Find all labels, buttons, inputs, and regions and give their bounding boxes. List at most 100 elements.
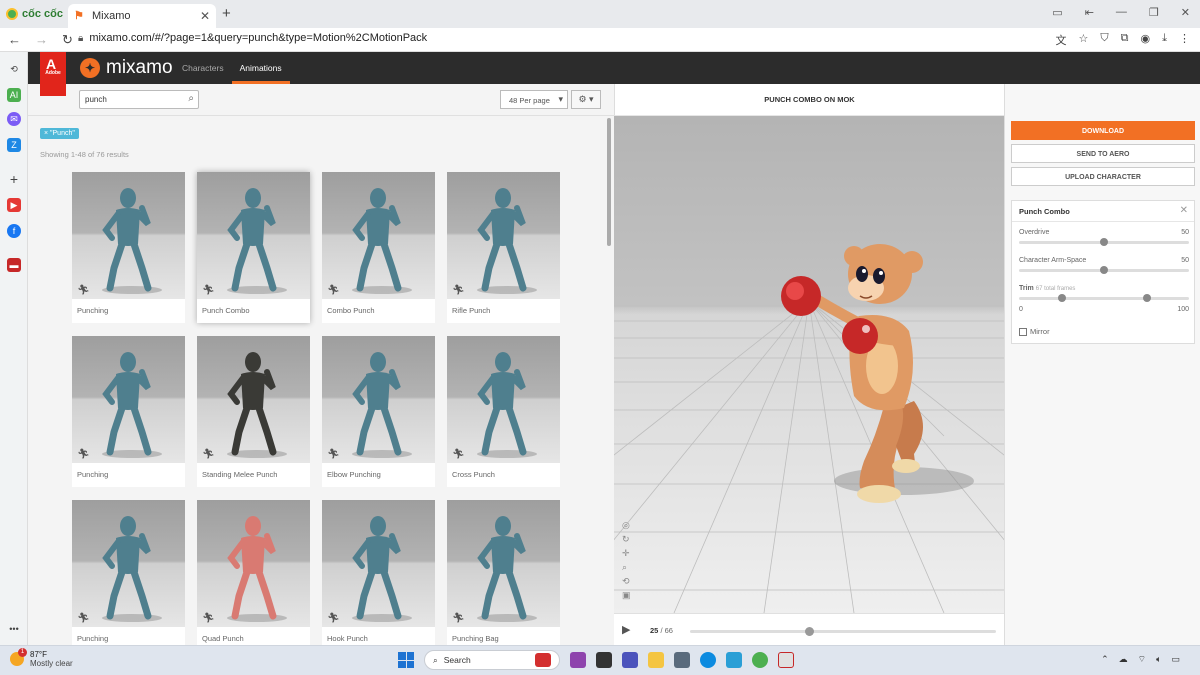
file-explorer-icon[interactable] — [648, 652, 664, 668]
upload-character-button[interactable]: UPLOAD CHARACTER — [1011, 167, 1195, 186]
animation-card[interactable]: 🏃︎ Rifle Punch — [447, 172, 560, 323]
zalo-icon[interactable]: Z — [7, 138, 21, 152]
cloud-icon[interactable]: ☁ — [1119, 654, 1128, 665]
weather-widget[interactable]: 1 87°F Mostly clear — [10, 648, 73, 668]
animation-thumbnail[interactable]: 🏃︎ — [447, 500, 560, 627]
animation-thumbnail[interactable]: 🏃︎ — [322, 500, 435, 627]
browser-tab[interactable]: ⚑ Mixamo ✕ — [68, 4, 216, 28]
gallery-icon[interactable] — [570, 652, 586, 668]
store-icon[interactable] — [674, 652, 690, 668]
more-icon[interactable]: ••• — [7, 622, 21, 636]
animation-card[interactable]: 🏃︎ Combo Punch — [322, 172, 435, 323]
app-shortcut-icon[interactable]: ▬ — [7, 258, 21, 272]
animation-thumbnail[interactable]: 🏃︎ — [72, 336, 185, 463]
close-icon[interactable]: ✕ — [1180, 205, 1188, 216]
restore-icon[interactable]: ❐ — [1149, 6, 1159, 19]
reset-view-icon[interactable]: ⟲ — [622, 576, 631, 587]
search-input[interactable]: punch ⌕ — [79, 90, 199, 109]
mirror-checkbox[interactable]: Mirror — [1019, 327, 1050, 336]
task-view-icon[interactable] — [596, 652, 612, 668]
animation-card[interactable]: 🏃︎ Hook Punch — [322, 500, 435, 645]
bookmark-star-icon[interactable]: ☆ — [1079, 32, 1089, 48]
volume-icon[interactable]: 🔈︎ — [1156, 654, 1161, 665]
minimize-icon[interactable]: — — [1116, 6, 1127, 19]
taskbar-search[interactable]: ⌕ Search — [424, 650, 560, 670]
animation-card[interactable]: 🏃︎ Punching — [72, 336, 185, 487]
animation-thumbnail[interactable]: 🏃︎ — [322, 172, 435, 299]
play-icon[interactable]: ▶ — [622, 623, 630, 636]
chevron-up-icon[interactable]: ⌃ — [1101, 654, 1109, 665]
rotate-icon[interactable]: ↻ — [622, 534, 631, 545]
settings-gear-button[interactable]: ⚙ ▾ — [571, 90, 601, 109]
animation-card[interactable]: 🏃︎ Quad Punch — [197, 500, 310, 645]
menu-icon[interactable]: ⋮ — [1179, 32, 1190, 48]
mixamo-logo[interactable]: ✦ mixamo — [80, 57, 173, 79]
extensions-icon[interactable]: ⧉ — [1121, 32, 1129, 48]
teams-icon[interactable] — [622, 652, 638, 668]
animation-thumbnail[interactable]: 🏃︎ — [447, 172, 560, 299]
add-sidebar-icon[interactable]: + — [7, 172, 21, 186]
close-tab-icon[interactable]: ✕ — [200, 9, 210, 23]
url-field[interactable]: 🔒︎ mixamo.com/#/?page=1&query=punch&type… — [78, 32, 427, 44]
wifi-icon[interactable]: ⌔ — [1138, 654, 1146, 665]
search-icon[interactable]: ⌕ — [188, 93, 194, 104]
translate-icon[interactable]: 文 — [1056, 32, 1067, 48]
scrollbar[interactable] — [607, 118, 611, 246]
download-button[interactable]: DOWNLOAD — [1011, 121, 1195, 140]
close-window-icon[interactable]: ✕ — [1181, 6, 1190, 19]
reload-icon[interactable]: ↻ — [62, 32, 73, 48]
send-to-aero-button[interactable]: SEND TO AERO — [1011, 144, 1195, 163]
shield-icon[interactable]: ⛉ — [1100, 32, 1108, 48]
start-icon[interactable] — [398, 652, 414, 668]
animation-card[interactable]: 🏃︎ Cross Punch — [447, 336, 560, 487]
new-tab-icon[interactable]: + — [222, 5, 231, 22]
ai-icon[interactable]: AI — [7, 88, 21, 102]
animation-card[interactable]: 🏃︎ Punch Combo — [197, 172, 310, 323]
filter-tag[interactable]: × "Punch" — [40, 128, 79, 139]
facebook-icon[interactable]: f — [7, 224, 21, 238]
pan-icon[interactable]: ✛ — [622, 548, 631, 559]
trim-slider[interactable] — [1019, 297, 1189, 300]
back-window-icon[interactable]: ⇤ — [1085, 6, 1094, 19]
app-m-icon[interactable] — [726, 652, 742, 668]
animation-thumbnail[interactable]: 🏃︎ — [197, 336, 310, 463]
timeline-scrubber[interactable] — [805, 627, 815, 636]
battery-icon[interactable]: ▭ — [1171, 654, 1180, 665]
youtube-icon[interactable]: ▶ — [7, 198, 21, 212]
forward-icon[interactable]: → — [35, 32, 48, 48]
animation-thumbnail[interactable]: 🏃︎ — [72, 172, 185, 299]
animation-card[interactable]: 🏃︎ Punching — [72, 500, 185, 645]
animation-card[interactable]: 🏃︎ Punching Bag — [447, 500, 560, 645]
camera-icon[interactable]: ◎ — [622, 520, 631, 531]
tab-characters[interactable]: Characters — [174, 52, 232, 84]
3d-viewport[interactable]: ◎ ↻ ✛ ⌕ ⟲ ▣ — [614, 116, 1004, 613]
animation-thumbnail[interactable]: 🏃︎ — [197, 172, 310, 299]
animation-thumbnail[interactable]: 🏃︎ — [197, 500, 310, 627]
app-snip-icon[interactable] — [778, 652, 794, 668]
coccoc-taskbar-icon[interactable] — [752, 652, 768, 668]
timeline-track[interactable] — [690, 630, 996, 633]
animation-card[interactable]: 🏃︎ Elbow Punching — [322, 336, 435, 487]
per-page-select[interactable]: 48 Per page ▾ — [500, 90, 568, 109]
zoom-icon[interactable]: ⌕ — [622, 562, 631, 573]
adobe-logo[interactable]: A Adobe — [40, 52, 66, 96]
record-icon[interactable]: ▣ — [622, 590, 631, 601]
pip-icon[interactable]: ▭ — [1052, 6, 1062, 19]
messenger-icon[interactable]: ✉ — [7, 112, 21, 126]
history-icon[interactable]: ⟲ — [7, 62, 21, 76]
arm-space-slider-handle[interactable] — [1100, 266, 1108, 274]
edge-icon[interactable] — [700, 652, 716, 668]
animation-card[interactable]: 🏃︎ Punching — [72, 172, 185, 323]
animation-card[interactable]: 🏃︎ Standing Melee Punch — [197, 336, 310, 487]
download-icon[interactable]: ⤓ — [1162, 32, 1167, 48]
tab-animations[interactable]: Animations — [231, 52, 290, 84]
animation-thumbnail[interactable]: 🏃︎ — [322, 336, 435, 463]
trim-start-handle[interactable] — [1057, 294, 1066, 302]
animation-thumbnail[interactable]: 🏃︎ — [447, 336, 560, 463]
overdrive-slider-handle[interactable] — [1100, 238, 1108, 246]
animation-thumbnail[interactable]: 🏃︎ — [72, 500, 185, 627]
back-icon[interactable]: ← — [8, 32, 21, 48]
trim-end-handle[interactable] — [1142, 294, 1151, 302]
coccoc-logo[interactable]: cốc cốc — [6, 6, 63, 22]
profile-icon[interactable]: ◉ — [1141, 32, 1151, 48]
